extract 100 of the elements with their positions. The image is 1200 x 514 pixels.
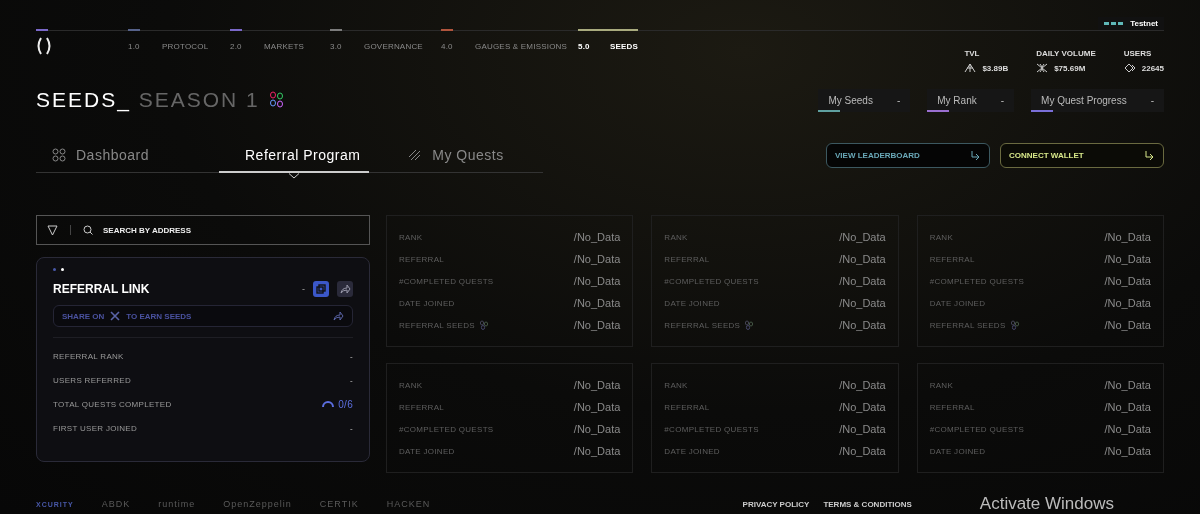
field-value: /No_Data [839,275,886,287]
search-bar[interactable]: SEARCH BY ADDRESS [36,215,370,245]
field-label: REFERRAL [664,402,710,412]
stat-value: $75.69M [1054,63,1086,73]
field-value: /No_Data [1104,401,1151,413]
field-label: DATE JOINED [929,298,986,308]
field-label: REFERRAL SEEDS [929,320,1006,330]
pager-dot[interactable] [61,268,64,271]
pager-dot[interactable] [53,268,56,271]
slashes-icon [408,148,423,162]
field-value: /No_Data [573,231,621,243]
nav-link[interactable]: 2.0 MARKETS [230,31,330,61]
field-label: RANK [929,380,954,390]
action-button[interactable]: VIEW LEADERBOARD [826,142,990,168]
field-label: DATE JOINED [929,446,986,456]
field-value: /No_Data [839,379,886,391]
search-icon [83,225,93,235]
field-label: DATE JOINED [399,446,455,456]
field-label: DATE JOINED [664,298,720,308]
field-value: /No_Data [1104,275,1151,287]
caret-icon [289,173,299,179]
seeds-icon [267,91,286,109]
tab[interactable]: Dashboard [36,137,219,179]
stat-label: DAILY VOLUME [1036,49,1096,58]
field-value: /No_Data [1104,445,1151,457]
stat-label: TOTAL QUESTS COMPLETED [53,399,172,409]
field-value: /No_Data [573,275,621,287]
field-label: #COMPLETED QUESTS [664,424,759,434]
field-value: /No_Data [1104,423,1151,435]
footer-link[interactable]: PRIVACY POLICY [742,499,810,509]
seeds-icon [478,320,489,330]
stat-label: REFERRAL RANK [53,351,124,361]
field-value: /No_Data [839,401,886,413]
network-label: Testnet [1130,19,1158,28]
search-field[interactable]: SEARCH BY ADDRESS [101,224,359,236]
stat-label: TVL [964,49,981,58]
nav-link[interactable]: 1.0 PROTOCOL [128,31,230,61]
field-label: RANK [399,232,423,242]
season-label: SEASON 1 [138,88,260,111]
activation-notice: Activate Windows [979,494,1114,514]
tab[interactable]: My Quests [369,137,543,179]
page-title: SEEDS_ [36,88,131,111]
grid-icon [52,148,66,162]
stat-value: 0/6 [338,398,353,410]
field-label: #COMPLETED QUESTS [929,276,1025,286]
field-value: /No_Data [1104,231,1151,243]
field-value: /No_Data [839,297,886,309]
gauge-icon [322,400,335,408]
summary-chip: My Seeds - [818,88,911,112]
partner-logo-text: OpenZeppelin [223,499,292,509]
field-value: /No_Data [573,379,621,391]
nav-link[interactable]: 3.0 GOVERNANCE [330,31,441,61]
field-label: REFERRAL [929,254,975,264]
seeds-icon [744,320,755,330]
field-label: REFERRAL [664,254,710,264]
tab[interactable]: Referral Program [219,137,369,179]
field-label: RANK [664,232,688,242]
filter-icon [47,224,58,236]
network-badge[interactable]: Testnet [1098,17,1164,30]
field-label: REFERRAL [929,402,975,412]
copy-button[interactable] [313,281,329,297]
field-label: DATE JOINED [399,298,455,308]
card-title: REFERRAL LINK [53,282,150,296]
field-value: /No_Data [839,423,886,435]
nav-accent [36,29,48,31]
arrow-icon [1144,149,1155,161]
field-value: /No_Data [573,445,621,457]
summary-chip: My Quest Progress - [1031,88,1164,112]
stat-label: FIRST USER JOINED [53,423,138,433]
field-value: /No_Data [1104,379,1151,391]
field-value: /No_Data [1104,253,1151,265]
summary-chip: My Rank - [927,88,1015,112]
stat-value: 22645 [1141,63,1164,73]
nav-link[interactable]: 5.0 SEEDS [578,31,638,61]
partner-logo-text: CERTIK [319,499,359,509]
action-button[interactable]: CONNECT WALLET [1000,142,1164,168]
partner-logo-text: HACKEN [386,499,431,509]
stat-label: USERS REFERRED [53,375,131,385]
field-value: /No_Data [573,297,621,309]
logo-icon[interactable] [36,37,52,55]
x-logo-icon [110,311,121,321]
field-label: REFERRAL [399,402,445,412]
status-dots-icon [1104,20,1125,27]
cross-icon [1036,63,1049,73]
field-label: #COMPLETED QUESTS [399,276,494,286]
footer-link[interactable]: TERMS & CONDITIONS [823,499,912,509]
arrow-icon [970,149,981,161]
field-value: /No_Data [573,401,621,413]
field-value: /No_Data [839,253,886,265]
stat-value: - [350,423,353,433]
share-button[interactable] [337,281,353,297]
field-label: #COMPLETED QUESTS [929,424,1025,434]
field-label: REFERRAL [399,254,445,264]
scale-icon [964,63,977,73]
field-value: /No_Data [1104,319,1151,331]
field-label: REFERRAL SEEDS [399,320,475,330]
nav-link[interactable]: 4.0 GAUGES & EMISSIONS [441,31,578,61]
seeds-icon [1009,320,1020,330]
field-label: RANK [664,380,688,390]
diamond-icon [1123,63,1136,73]
